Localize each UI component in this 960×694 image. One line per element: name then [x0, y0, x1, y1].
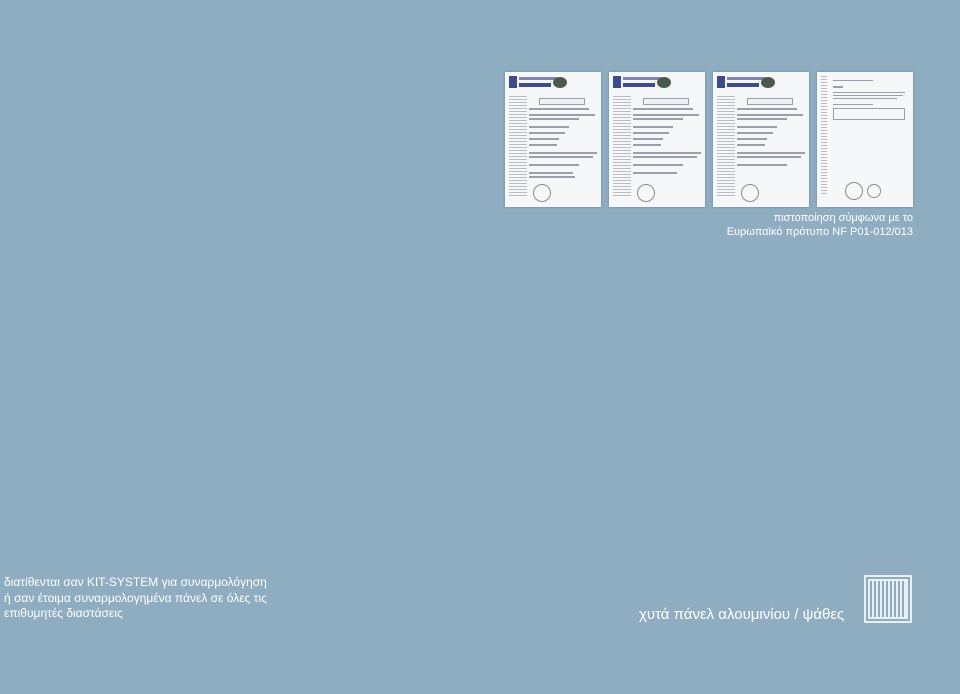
certificate-document: [609, 72, 705, 207]
institute-logo-icon: [717, 76, 725, 88]
certification-caption: πιστοποίηση σύμφωνα με το Ευρωπαϊκό πρότ…: [727, 211, 913, 239]
institute-logo-icon: [509, 76, 517, 88]
certificate-stamp-icon: [637, 184, 655, 202]
availability-text-line: επιθυμητές διαστάσεις: [4, 606, 123, 620]
certificates-gallery: [505, 72, 913, 208]
certification-caption-line: Ευρωπαϊκό πρότυπο NF P01-012/013: [726, 226, 913, 238]
certificate-stamp-icon: [845, 182, 863, 200]
accreditation-seal-icon: [657, 77, 671, 88]
institute-logo-icon: [613, 76, 621, 88]
availability-text-line: ή σαν έτοιμα συναρμολογημένα πάνελ σε όλ…: [4, 590, 267, 605]
fence-panel-icon: [864, 575, 912, 623]
certificate-stamp-icon: [533, 184, 551, 202]
certification-caption-line: πιστοποίηση σύμφωνα με το: [773, 212, 913, 224]
availability-text: διατίθενται σαν KIT-SYSTEM για συναρμολό…: [4, 575, 267, 622]
product-title: χυτά πάνελ αλουμινίου / ψάθες: [639, 606, 845, 623]
accreditation-seal-icon: [553, 77, 567, 88]
availability-text-line: διατίθενται σαν KIT-SYSTEM για συναρμολό…: [4, 575, 267, 589]
certificate-document: [505, 72, 601, 207]
certificate-stamp-icon: [867, 184, 881, 198]
certificate-stamp-icon: [741, 184, 759, 202]
certificate-document: [817, 72, 913, 207]
certificate-document: [713, 72, 809, 207]
accreditation-seal-icon: [761, 77, 775, 88]
